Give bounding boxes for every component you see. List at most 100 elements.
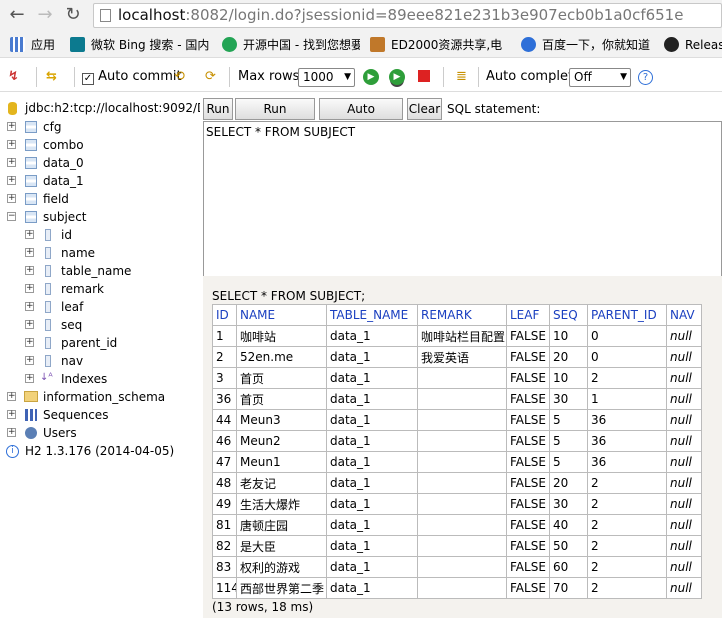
bookmark-bing[interactable]: 微软 Bing 搜索 - 国内	[70, 36, 209, 54]
table-row[interactable]: 82 是大臣 data_1 FALSE 50 2 null	[212, 535, 702, 557]
cell-remark[interactable]	[417, 556, 507, 578]
cell-parent-id[interactable]: 2	[587, 514, 667, 536]
cell-id[interactable]: 46	[212, 430, 237, 452]
collapse-icon[interactable]: −	[7, 212, 16, 221]
table-row[interactable]: 47 Meun1 data_1 FALSE 5 36 null	[212, 451, 702, 473]
cell-leaf[interactable]: FALSE	[506, 409, 550, 431]
cell-id[interactable]: 82	[212, 535, 237, 557]
cell-remark[interactable]	[417, 472, 507, 494]
expand-icon[interactable]: +	[25, 320, 34, 329]
cell-remark[interactable]	[417, 514, 507, 536]
cell-seq[interactable]: 10	[549, 325, 588, 347]
cell-seq[interactable]: 10	[549, 367, 588, 389]
cell-parent-id[interactable]: 2	[587, 535, 667, 557]
max-rows-select[interactable]: 1000 ▼	[298, 68, 355, 87]
cell-table-name[interactable]: data_1	[326, 325, 418, 347]
header-id[interactable]: ID	[212, 304, 237, 326]
cell-name[interactable]: 生活大爆炸	[236, 493, 327, 515]
table-row[interactable]: 83 权利的游戏 data_1 FALSE 60 2 null	[212, 556, 702, 578]
expand-icon[interactable]: +	[7, 392, 16, 401]
cell-leaf[interactable]: FALSE	[506, 472, 550, 494]
cell-seq[interactable]: 30	[549, 493, 588, 515]
expand-icon[interactable]: +	[7, 140, 16, 149]
rollback-icon[interactable]: ⟲	[174, 68, 185, 86]
expand-icon[interactable]: +	[7, 158, 16, 167]
header-seq[interactable]: SEQ	[549, 304, 588, 326]
cell-seq[interactable]: 20	[549, 472, 588, 494]
expand-icon[interactable]: +	[7, 176, 16, 185]
bookmark-apps[interactable]: 应用	[10, 36, 55, 54]
cell-id[interactable]: 49	[212, 493, 237, 515]
cell-name[interactable]: Meun3	[236, 409, 327, 431]
auto-commit-checkbox[interactable]: ✓ Auto commit	[82, 68, 182, 86]
cell-id[interactable]: 114	[212, 577, 237, 599]
cell-id[interactable]: 44	[212, 409, 237, 431]
cell-parent-id[interactable]: 2	[587, 577, 667, 599]
cell-nav[interactable]: null	[666, 451, 702, 473]
cell-nav[interactable]: null	[666, 577, 702, 599]
expand-icon[interactable]: +	[25, 302, 34, 311]
url-input[interactable]: localhost:8082/login.do?jsessionid=89eee…	[93, 3, 722, 28]
cell-table-name[interactable]: data_1	[326, 451, 418, 473]
bookmark-ed2000[interactable]: ED2000资源共享,电	[370, 36, 510, 54]
run-selected-icon[interactable]: ▶	[389, 69, 405, 85]
cell-remark[interactable]: 我爱英语	[417, 346, 507, 368]
run-button[interactable]: Run	[203, 98, 233, 120]
cell-id[interactable]: 83	[212, 556, 237, 578]
table-row[interactable]: 44 Meun3 data_1 FALSE 5 36 null	[212, 409, 702, 431]
cell-leaf[interactable]: FALSE	[506, 430, 550, 452]
cell-seq[interactable]: 30	[549, 388, 588, 410]
cell-remark[interactable]	[417, 493, 507, 515]
cell-name[interactable]: 老友记	[236, 472, 327, 494]
run-icon[interactable]: ▶	[363, 69, 379, 85]
cell-name[interactable]: 首页	[236, 388, 327, 410]
cell-nav[interactable]: null	[666, 514, 702, 536]
expand-icon[interactable]: +	[25, 230, 34, 239]
back-icon[interactable]: ←	[6, 5, 28, 27]
clear-button[interactable]: Clear	[407, 98, 442, 120]
table-row[interactable]: 36 首页 data_1 FALSE 30 1 null	[212, 388, 702, 410]
cell-remark[interactable]	[417, 388, 507, 410]
expand-icon[interactable]: +	[25, 248, 34, 257]
tree-connection[interactable]: jdbc:h2:tcp://localhost:9092/D:/wo	[0, 99, 200, 117]
cell-parent-id[interactable]: 2	[587, 367, 667, 389]
table-row[interactable]: 48 老友记 data_1 FALSE 20 2 null	[212, 472, 702, 494]
cell-nav[interactable]: null	[666, 493, 702, 515]
cell-seq[interactable]: 50	[549, 535, 588, 557]
cell-id[interactable]: 81	[212, 514, 237, 536]
cell-nav[interactable]: null	[666, 346, 702, 368]
cell-name[interactable]: 权利的游戏	[236, 556, 327, 578]
cell-table-name[interactable]: data_1	[326, 472, 418, 494]
cell-name[interactable]: Meun2	[236, 430, 327, 452]
cell-nav[interactable]: null	[666, 388, 702, 410]
cell-remark[interactable]	[417, 451, 507, 473]
cell-leaf[interactable]: FALSE	[506, 514, 550, 536]
stop-icon[interactable]	[418, 70, 430, 82]
header-table-name[interactable]: TABLE_NAME	[326, 304, 418, 326]
cell-remark[interactable]: 咖啡站栏目配置	[417, 325, 507, 347]
cell-leaf[interactable]: FALSE	[506, 493, 550, 515]
table-row[interactable]: 1 咖啡站 data_1 咖啡站栏目配置 FALSE 10 0 null	[212, 325, 702, 347]
cell-parent-id[interactable]: 1	[587, 388, 667, 410]
cell-id[interactable]: 47	[212, 451, 237, 473]
expand-icon[interactable]: +	[25, 374, 34, 383]
cell-name[interactable]: 首页	[236, 367, 327, 389]
cell-nav[interactable]: null	[666, 367, 702, 389]
cell-id[interactable]: 3	[212, 367, 237, 389]
cell-name[interactable]: 唐顿庄园	[236, 514, 327, 536]
table-row[interactable]: 3 首页 data_1 FALSE 10 2 null	[212, 367, 702, 389]
cell-table-name[interactable]: data_1	[326, 577, 418, 599]
bookmark-baidu[interactable]: 百度一下，你就知道	[521, 36, 650, 54]
cell-nav[interactable]: null	[666, 430, 702, 452]
cell-leaf[interactable]: FALSE	[506, 325, 550, 347]
cell-leaf[interactable]: FALSE	[506, 556, 550, 578]
refresh-icon[interactable]: ⇆	[46, 68, 57, 86]
cell-seq[interactable]: 5	[549, 451, 588, 473]
expand-icon[interactable]: +	[7, 194, 16, 203]
cell-seq[interactable]: 40	[549, 514, 588, 536]
cell-id[interactable]: 36	[212, 388, 237, 410]
table-row[interactable]: 2 52en.me data_1 我爱英语 FALSE 20 0 null	[212, 346, 702, 368]
help-icon[interactable]: ?	[638, 70, 653, 85]
expand-icon[interactable]: +	[7, 410, 16, 419]
cell-name[interactable]: Meun1	[236, 451, 327, 473]
